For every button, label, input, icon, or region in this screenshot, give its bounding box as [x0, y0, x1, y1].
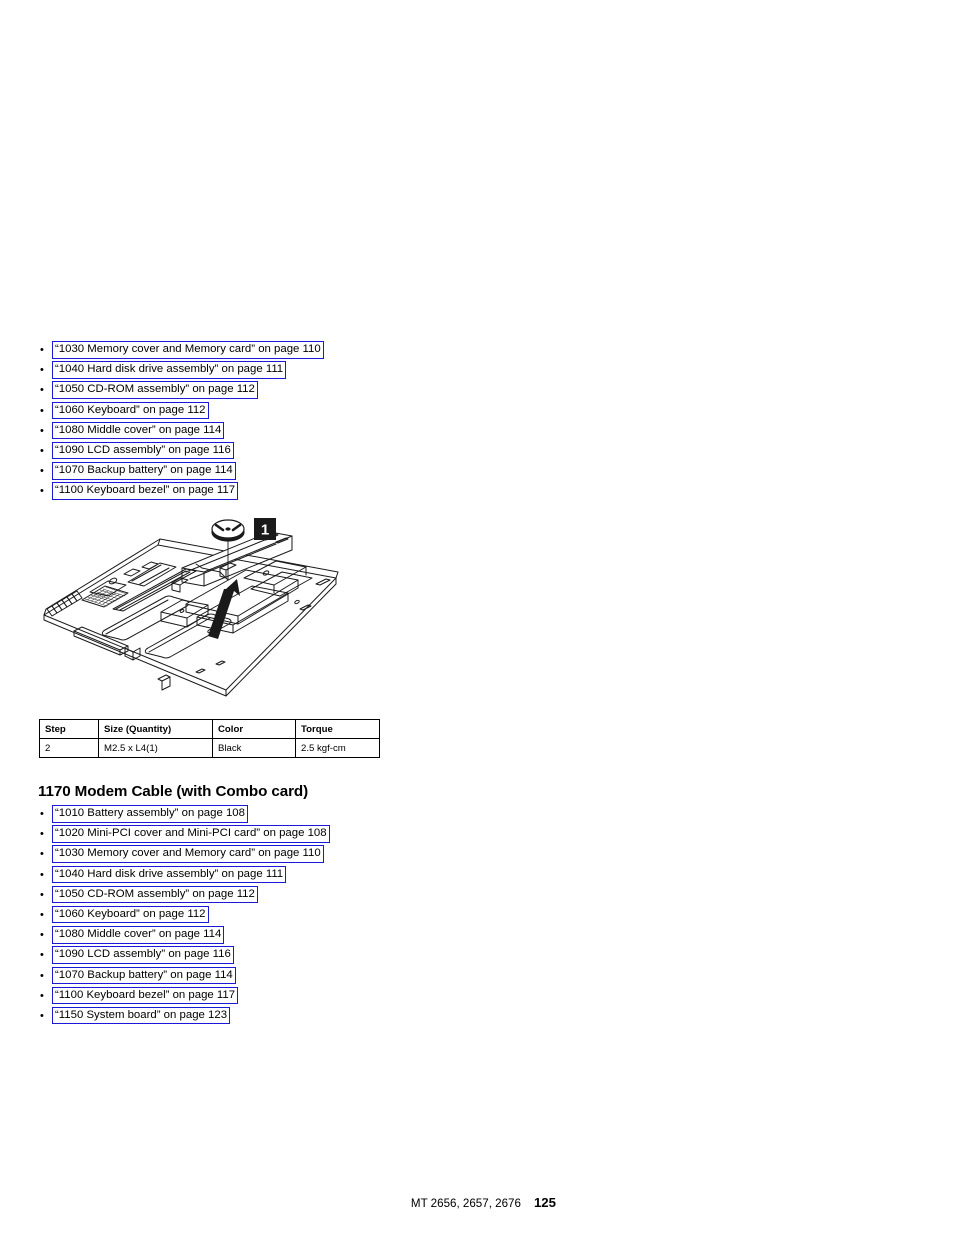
section-heading: 1170 Modem Cable (with Combo card) [38, 783, 309, 800]
bullet-icon: • [40, 929, 44, 942]
footer-machine-types: MT 2656, 2657, 2676 [410, 1197, 521, 1210]
bullet-icon: • [40, 424, 44, 437]
callout-badge-label: 1 [261, 522, 269, 539]
list-item: • “1010 Battery assembly” on page 108 [38, 805, 330, 825]
cross-reference-link[interactable]: “1090 LCD assembly” on page 116 [52, 946, 234, 964]
cross-reference-link[interactable]: “1080 Middle cover” on page 114 [52, 926, 225, 944]
bullet-icon: • [40, 868, 44, 881]
cross-reference-link[interactable]: “1100 Keyboard bezel” on page 117 [52, 482, 239, 500]
column-header-color: Color [212, 719, 296, 739]
cross-reference-link[interactable]: “1070 Backup battery” on page 114 [52, 966, 236, 984]
cross-reference-link[interactable]: “1150 System board” on page 123 [52, 1006, 231, 1025]
prerequisite-link-list-1: • “1030 Memory cover and Memory card” on… [38, 341, 324, 503]
cell-size: M2.5 x L4(1) [98, 738, 213, 758]
bullet-icon: • [40, 888, 44, 901]
table-row: 2 M2.5 x L4(1) Black 2.5 kgf-cm [39, 738, 380, 758]
bullet-icon: • [40, 808, 44, 820]
cross-reference-link[interactable]: “1050 CD-ROM assembly” on page 112 [52, 885, 258, 904]
cross-reference-link[interactable]: “1010 Battery assembly” on page 108 [52, 805, 248, 823]
exploded-view-illustration: 1 [30, 508, 360, 708]
list-item: • “1040 Hard disk drive assembly” on pag… [38, 361, 324, 381]
cell-color: Black [212, 738, 296, 758]
cross-reference-link[interactable]: “1070 Backup battery” on page 114 [52, 462, 236, 480]
column-header-torque: Torque [295, 719, 380, 739]
bullet-icon: • [40, 404, 44, 417]
cross-reference-link[interactable]: “1020 Mini-PCI cover and Mini-PCI card” … [52, 825, 330, 843]
bullet-icon: • [40, 828, 44, 841]
list-item: • “1050 CD-ROM assembly” on page 112 [38, 381, 324, 401]
cell-step: 2 [39, 738, 99, 758]
cross-reference-link[interactable]: “1030 Memory cover and Memory card” on p… [52, 845, 324, 863]
list-item: • “1030 Memory cover and Memory card” on… [38, 845, 330, 865]
cross-reference-link[interactable]: “1030 Memory cover and Memory card” on p… [52, 341, 324, 359]
list-item: • “1080 Middle cover” on page 114 [38, 421, 324, 442]
cross-reference-link[interactable]: “1040 Hard disk drive assembly” on page … [52, 865, 287, 884]
list-item: • “1020 Mini-PCI cover and Mini-PCI card… [38, 825, 330, 845]
cross-reference-link[interactable]: “1100 Keyboard bezel” on page 117 [52, 986, 239, 1005]
list-item: • “1060 Keyboard” on page 112 [38, 401, 324, 422]
list-item: • “1100 Keyboard bezel” on page 117 [38, 986, 330, 1007]
list-item: • “1090 LCD assembly” on page 116 [38, 441, 324, 462]
page-number: 125 [533, 1195, 556, 1210]
cross-reference-link[interactable]: “1080 Middle cover” on page 114 [52, 421, 225, 440]
list-item: • “1080 Middle cover” on page 114 [38, 926, 330, 946]
cross-reference-link[interactable]: “1060 Keyboard” on page 112 [52, 401, 209, 420]
bullet-icon: • [40, 949, 44, 962]
bullet-icon: • [40, 384, 44, 397]
list-item: • “1070 Backup battery” on page 114 [38, 462, 324, 482]
document-page: • “1030 Memory cover and Memory card” on… [0, 0, 954, 1235]
list-item: • “1050 CD-ROM assembly” on page 112 [38, 885, 330, 906]
bullet-icon: • [40, 444, 44, 457]
bullet-icon: • [40, 989, 44, 1002]
column-header-size: Size (Quantity) [98, 719, 213, 739]
bullet-icon: • [40, 848, 44, 861]
page-footer: MT 2656, 2657, 2676 125 [0, 1182, 954, 1223]
list-item: • “1060 Keyboard” on page 112 [38, 905, 330, 926]
screw-head-icon [211, 519, 245, 542]
table-header-row: Step Size (Quantity) Color Torque [39, 719, 380, 739]
bullet-icon: • [40, 485, 44, 498]
torque-specification-table: Step Size (Quantity) Color Torque 2 M2.5… [39, 719, 380, 758]
cross-reference-link[interactable]: “1090 LCD assembly” on page 116 [52, 441, 234, 460]
bullet-icon: • [40, 1009, 44, 1022]
list-item: • “1150 System board” on page 123 [38, 1006, 330, 1027]
cross-reference-link[interactable]: “1050 CD-ROM assembly” on page 112 [52, 381, 258, 399]
list-item: • “1090 LCD assembly” on page 116 [38, 946, 330, 966]
column-header-step: Step [39, 719, 99, 739]
list-item: • “1100 Keyboard bezel” on page 117 [38, 482, 324, 502]
cell-torque: 2.5 kgf-cm [295, 738, 380, 758]
cross-reference-link[interactable]: “1040 Hard disk drive assembly” on page … [52, 361, 287, 379]
list-item: • “1030 Memory cover and Memory card” on… [38, 341, 324, 361]
list-item: • “1040 Hard disk drive assembly” on pag… [38, 865, 330, 886]
bullet-icon: • [40, 969, 44, 982]
bullet-icon: • [40, 465, 44, 478]
list-item: • “1070 Backup battery” on page 114 [38, 966, 330, 987]
bullet-icon: • [40, 364, 44, 377]
cross-reference-link[interactable]: “1060 Keyboard” on page 112 [52, 905, 209, 924]
bullet-icon: • [40, 344, 44, 356]
prerequisite-link-list-2: • “1010 Battery assembly” on page 108 • … [38, 805, 330, 1027]
bullet-icon: • [40, 908, 44, 921]
